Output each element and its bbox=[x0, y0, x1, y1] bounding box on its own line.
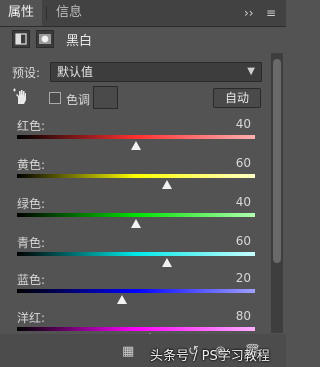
panel-menu-icon[interactable]: ≡ bbox=[266, 0, 276, 26]
properties-header: 黑白 bbox=[0, 27, 286, 53]
slider-value[interactable]: 40 bbox=[236, 117, 251, 131]
slider-track[interactable] bbox=[17, 213, 255, 217]
tint-color-swatch[interactable] bbox=[93, 86, 118, 109]
slider-thumb[interactable] bbox=[161, 180, 172, 189]
slider-track[interactable] bbox=[17, 327, 255, 331]
tab-info[interactable]: 信息 bbox=[48, 0, 90, 26]
slider-thumb[interactable] bbox=[131, 219, 141, 228]
slider-row: 蓝色: 20 bbox=[17, 271, 255, 311]
preset-select[interactable]: 默认值 ▼ bbox=[50, 62, 262, 82]
slider-label: 青色: bbox=[17, 236, 46, 250]
slider-track[interactable] bbox=[17, 289, 255, 293]
slider-thumb[interactable] bbox=[131, 141, 141, 150]
tint-label: 色调 bbox=[66, 93, 91, 107]
panel-tabs: 属性 信息 ›› ≡ bbox=[0, 0, 286, 27]
slider-track[interactable] bbox=[17, 252, 255, 256]
slider-label: 黄色: bbox=[17, 158, 46, 172]
slider-track[interactable] bbox=[17, 174, 255, 178]
scrollbar[interactable] bbox=[271, 53, 283, 333]
slider-track[interactable] bbox=[17, 135, 255, 139]
auto-button[interactable]: 自动 bbox=[213, 88, 261, 108]
adjustment-title: 黑白 bbox=[66, 34, 93, 49]
slider-label: 绿色: bbox=[17, 197, 46, 211]
adjustment-layer-icon[interactable] bbox=[12, 30, 30, 48]
preset-value: 默认值 bbox=[57, 65, 94, 79]
slider-thumb[interactable] bbox=[116, 295, 127, 304]
slider-value[interactable]: 40 bbox=[236, 195, 251, 209]
slider-thumb[interactable] bbox=[161, 258, 172, 267]
watermark-text: 头条号 / PS学习教程 bbox=[150, 349, 270, 364]
slider-value[interactable]: 60 bbox=[236, 156, 251, 170]
tab-properties[interactable]: 属性 bbox=[0, 0, 43, 26]
preset-label: 预设: bbox=[12, 66, 41, 80]
tab-divider bbox=[46, 6, 47, 20]
slider-row: 青色: 60 bbox=[17, 234, 255, 274]
slider-value[interactable]: 20 bbox=[236, 271, 251, 285]
layer-mask-icon[interactable] bbox=[36, 30, 54, 48]
tint-checkbox[interactable] bbox=[49, 92, 61, 104]
clip-to-layer-icon[interactable]: ▦ bbox=[122, 344, 134, 359]
preset-row: 预设: 默认值 ▼ bbox=[0, 62, 286, 84]
slider-label: 红色: bbox=[17, 119, 46, 133]
slider-value[interactable]: 60 bbox=[236, 234, 251, 248]
targeted-adjustment-hand-icon[interactable] bbox=[12, 88, 30, 106]
scrollbar-thumb[interactable] bbox=[273, 59, 281, 263]
slider-row: 黄色: 60 bbox=[17, 156, 255, 196]
slider-row: 红色: 40 bbox=[17, 117, 255, 157]
collapse-panel-icon[interactable]: ›› bbox=[244, 0, 254, 26]
chevron-down-icon: ▼ bbox=[247, 66, 255, 77]
slider-label: 蓝色: bbox=[17, 273, 46, 287]
slider-row: 绿色: 40 bbox=[17, 195, 255, 235]
slider-value[interactable]: 80 bbox=[236, 309, 251, 323]
slider-label: 洋红: bbox=[17, 311, 46, 325]
